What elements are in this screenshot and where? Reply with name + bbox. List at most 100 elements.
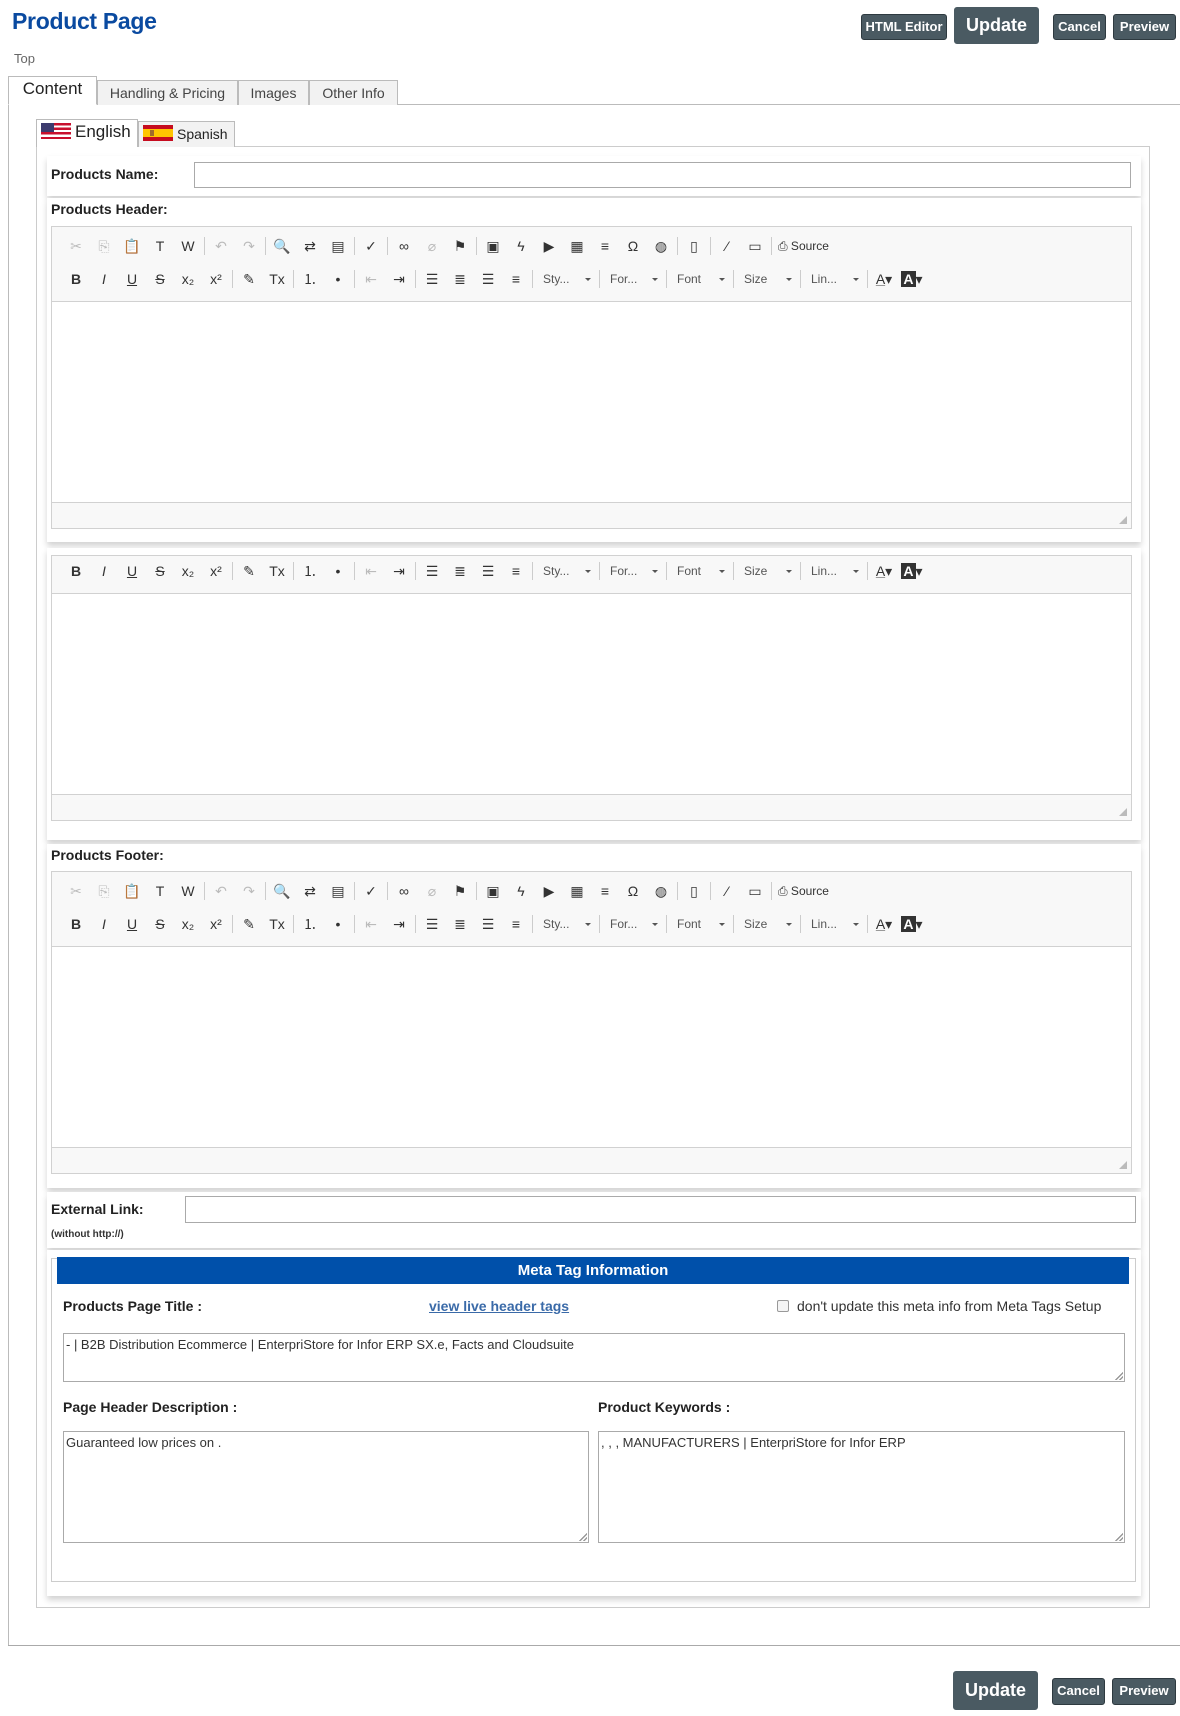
toolbar-combo-line-height[interactable]: Lin... [803, 913, 865, 935]
superscript-icon[interactable]: x² [202, 912, 230, 936]
superscript-icon[interactable]: x² [202, 267, 230, 291]
unlink-icon[interactable]: ⌀ [418, 234, 446, 258]
underline-icon[interactable]: U [118, 267, 146, 291]
products-description-editable-area[interactable] [52, 593, 1131, 795]
special-char-icon[interactable]: Ω [619, 879, 647, 903]
replace-icon[interactable]: ⇄ [296, 879, 324, 903]
outdent-icon[interactable]: ⇤ [357, 912, 385, 936]
find-icon[interactable]: 🔍 [268, 879, 296, 903]
product-keywords-textarea[interactable]: , , , MANUFACTURERS | EnterpriStore for … [598, 1431, 1125, 1543]
paste-text-icon[interactable]: T [146, 879, 174, 903]
show-blocks-icon[interactable]: ▭ [741, 879, 769, 903]
align-left-icon[interactable]: ☰ [418, 559, 446, 583]
tab-handling-pricing[interactable]: Handling & Pricing [97, 80, 238, 105]
italic-icon[interactable]: I [90, 559, 118, 583]
toolbar-combo-size[interactable]: Size [736, 268, 798, 290]
text-color-icon[interactable]: A▾ [870, 912, 898, 936]
remove-format-icon[interactable]: Tx [263, 912, 291, 936]
numbered-list-icon[interactable]: ⒈ [296, 912, 324, 936]
select-all-icon[interactable]: ▤ [324, 879, 352, 903]
cut-icon[interactable]: ✂ [62, 879, 90, 903]
toolbar-combo-format[interactable]: For... [602, 268, 664, 290]
preview-button-bottom[interactable]: Preview [1112, 1678, 1176, 1705]
numbered-list-icon[interactable]: ⒈ [296, 267, 324, 291]
update-button-top[interactable]: Update [954, 7, 1039, 44]
toolbar-combo-font[interactable]: Font [669, 268, 731, 290]
spellcheck-icon[interactable]: ✓ [357, 234, 385, 258]
indent-icon[interactable]: ⇥ [385, 267, 413, 291]
html-editor-button[interactable]: HTML Editor [861, 14, 947, 40]
align-center-icon[interactable]: ≣ [446, 559, 474, 583]
tab-other-info[interactable]: Other Info [309, 80, 398, 105]
dont-update-meta-checkbox[interactable] [777, 1300, 789, 1312]
paste-word-icon[interactable]: W [174, 234, 202, 258]
resize-handle-icon[interactable] [1115, 1372, 1123, 1380]
toolbar-combo-format[interactable]: For... [602, 560, 664, 582]
resize-handle-icon[interactable] [579, 1533, 587, 1541]
products-name-input[interactable] [194, 162, 1131, 188]
subscript-icon[interactable]: x₂ [174, 559, 202, 583]
table-icon[interactable]: ▦ [563, 234, 591, 258]
spellcheck-icon[interactable]: ✓ [357, 879, 385, 903]
bulleted-list-icon[interactable]: • [324, 267, 352, 291]
copy-icon[interactable]: ⎘ [90, 234, 118, 258]
paste-text-icon[interactable]: T [146, 234, 174, 258]
outdent-icon[interactable]: ⇤ [357, 559, 385, 583]
italic-icon[interactable]: I [90, 267, 118, 291]
toolbar-combo-styles[interactable]: Sty... [535, 268, 597, 290]
resize-handle-icon[interactable] [1119, 808, 1127, 816]
show-blocks-icon[interactable]: ▭ [741, 234, 769, 258]
strikethrough-icon[interactable]: S [146, 912, 174, 936]
horizontal-rule-icon[interactable]: ≡ [591, 234, 619, 258]
italic-icon[interactable]: I [90, 912, 118, 936]
select-all-icon[interactable]: ▤ [324, 234, 352, 258]
copy-format-icon[interactable]: ✎ [235, 267, 263, 291]
language-tab-english[interactable]: English [36, 119, 138, 147]
copy-icon[interactable]: ⎘ [90, 879, 118, 903]
language-tab-spanish[interactable]: Spanish [138, 121, 235, 147]
resize-handle-icon[interactable] [1119, 1161, 1127, 1169]
align-right-icon[interactable]: ☰ [474, 912, 502, 936]
text-color-icon[interactable]: A▾ [870, 559, 898, 583]
outdent-icon[interactable]: ⇤ [357, 267, 385, 291]
paste-word-icon[interactable]: W [174, 879, 202, 903]
justify-icon[interactable]: ≡ [502, 267, 530, 291]
source-button[interactable]: ⎙ Source [774, 239, 833, 254]
strikethrough-icon[interactable]: S [146, 559, 174, 583]
toolbar-combo-font[interactable]: Font [669, 913, 731, 935]
undo-icon[interactable]: ↶ [207, 234, 235, 258]
image-icon[interactable]: ▣ [479, 234, 507, 258]
link-icon[interactable]: ∞ [390, 879, 418, 903]
remove-format-icon[interactable]: Tx [263, 559, 291, 583]
indent-icon[interactable]: ⇥ [385, 559, 413, 583]
source-button[interactable]: ⎙ Source [774, 884, 833, 899]
div-container-icon[interactable]: ⁄ [713, 234, 741, 258]
unlink-icon[interactable]: ⌀ [418, 879, 446, 903]
indent-icon[interactable]: ⇥ [385, 912, 413, 936]
align-left-icon[interactable]: ☰ [418, 267, 446, 291]
external-link-input[interactable] [185, 1196, 1136, 1223]
view-live-header-tags-link[interactable]: view live header tags [429, 1298, 569, 1314]
redo-icon[interactable]: ↷ [235, 234, 263, 258]
background-color-icon[interactable]: A ▾ [898, 267, 926, 291]
text-color-icon[interactable]: A▾ [870, 267, 898, 291]
paste-icon[interactable]: 📋 [118, 234, 146, 258]
special-char-icon[interactable]: Ω [619, 234, 647, 258]
toolbar-combo-line-height[interactable]: Lin... [803, 560, 865, 582]
products-page-title-textarea[interactable]: - | B2B Distribution Ecommerce | Enterpr… [63, 1333, 1125, 1382]
toolbar-combo-size[interactable]: Size [736, 560, 798, 582]
horizontal-rule-icon[interactable]: ≡ [591, 879, 619, 903]
page-break-icon[interactable]: ▯ [680, 879, 708, 903]
products-header-editable-area[interactable] [52, 301, 1131, 503]
align-center-icon[interactable]: ≣ [446, 912, 474, 936]
align-right-icon[interactable]: ☰ [474, 267, 502, 291]
background-color-icon[interactable]: A ▾ [898, 912, 926, 936]
preview-button-top[interactable]: Preview [1113, 14, 1176, 40]
align-right-icon[interactable]: ☰ [474, 559, 502, 583]
redo-icon[interactable]: ↷ [235, 879, 263, 903]
toolbar-combo-format[interactable]: For... [602, 913, 664, 935]
breadcrumb[interactable]: Top [14, 51, 35, 66]
align-left-icon[interactable]: ☰ [418, 912, 446, 936]
page-break-icon[interactable]: ▯ [680, 234, 708, 258]
table-icon[interactable]: ▦ [563, 879, 591, 903]
